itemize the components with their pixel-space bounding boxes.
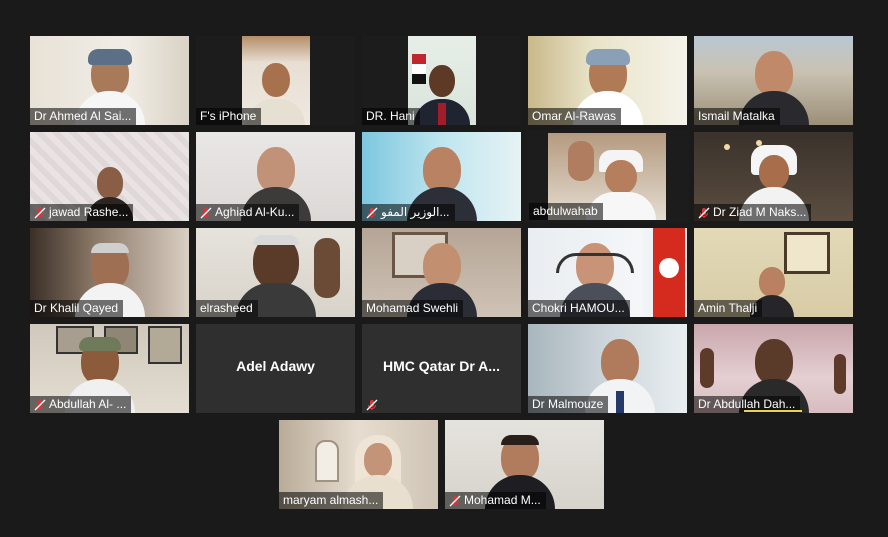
participant-tile[interactable]: elrasheed <box>196 228 355 317</box>
participant-tile[interactable]: DR. Hani <box>362 36 521 125</box>
participant-tile-video-off[interactable]: Adel Adawy <box>196 324 355 413</box>
participant-tile[interactable]: Mohamad M... <box>445 420 604 509</box>
participant-tile[interactable]: Abdullah Al- ... <box>30 324 189 413</box>
participant-tile[interactable]: jawad Rashe... <box>30 132 189 221</box>
participant-tile[interactable]: Omar Al-Rawas <box>528 36 687 125</box>
participant-name: Chokri HAMOU... <box>528 300 630 317</box>
participant-tile[interactable]: F's iPhone <box>196 36 355 125</box>
participant-name: F's iPhone <box>196 108 262 125</box>
participant-name-centered: Adel Adawy <box>236 358 315 374</box>
participant-name: Omar Al-Rawas <box>528 108 622 125</box>
microphone-muted-icon <box>34 207 46 219</box>
participant-name: elrasheed <box>196 300 258 317</box>
participant-tile[interactable]: Aghiad Al-Ku... <box>196 132 355 221</box>
participant-tile-video-off[interactable]: HMC Qatar Dr A... <box>362 324 521 413</box>
participant-tile[interactable]: Dr Ahmed Al Sai... <box>30 36 189 125</box>
participant-name: Mohamad Swehli <box>362 300 464 317</box>
participant-status <box>362 396 383 413</box>
microphone-muted-icon <box>34 399 46 411</box>
participant-name: abdulwahab <box>529 203 603 220</box>
participant-tile[interactable]: Ismail Matalka <box>694 36 853 125</box>
participant-tile[interactable]: Chokri HAMOU... <box>528 228 687 317</box>
participant-name: Dr Ahmed Al Sai... <box>30 108 137 125</box>
participant-name: Dr Malmouze <box>528 396 609 413</box>
participant-name: jawad Rashe... <box>30 204 134 221</box>
participant-name-centered: HMC Qatar Dr A... <box>383 358 500 374</box>
participant-name: Aghiad Al-Ku... <box>196 204 300 221</box>
microphone-muted-icon <box>449 495 461 507</box>
participant-name: Amin Thalji <box>694 300 763 317</box>
participant-name: Dr Ziad M Naks... <box>694 204 812 221</box>
participant-tile[interactable]: Dr Abdullah Dah... <box>694 324 853 413</box>
microphone-muted-icon <box>698 207 710 219</box>
participant-name: Mohamad M... <box>445 492 546 509</box>
microphone-muted-icon <box>366 207 378 219</box>
participant-name: Ismail Matalka <box>694 108 780 125</box>
participant-name: Dr Khalil Qayed <box>30 300 124 317</box>
participant-name: maryam almash... <box>279 492 384 509</box>
participant-tile[interactable]: maryam almash... <box>279 420 438 509</box>
microphone-muted-icon <box>200 207 212 219</box>
participant-tile[interactable]: Dr Malmouze <box>528 324 687 413</box>
participant-tile[interactable]: الوزير المفو... <box>362 132 521 221</box>
participant-name: Abdullah Al- ... <box>30 396 132 413</box>
participant-tile[interactable]: Mohamad Swehli <box>362 228 521 317</box>
participant-name: الوزير المفو... <box>362 204 455 221</box>
participant-tile[interactable]: Dr Ziad M Naks... <box>694 132 853 221</box>
speaking-indicator <box>744 410 802 412</box>
participant-tile-active-speaker[interactable]: abdulwahab <box>526 130 689 223</box>
participant-tile[interactable]: Dr Khalil Qayed <box>30 228 189 317</box>
participant-tile[interactable]: Amin Thalji <box>694 228 853 317</box>
participant-name: DR. Hani <box>362 108 420 125</box>
microphone-muted-icon <box>366 399 378 411</box>
